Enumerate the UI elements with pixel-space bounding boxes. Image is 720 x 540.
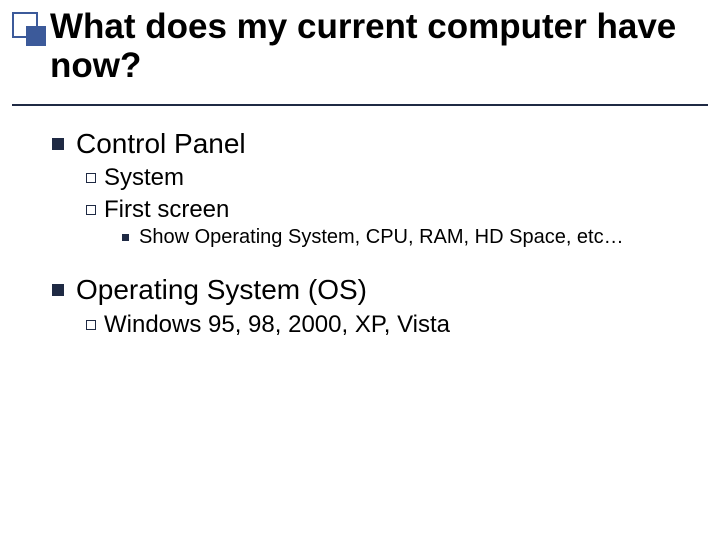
- bullet-text: Windows 95, 98, 2000, XP, Vista: [104, 309, 692, 340]
- bullet-text: Show Operating System, CPU, RAM, HD Spac…: [139, 225, 692, 251]
- slide-content: Control Panel System First screen Show O…: [52, 126, 692, 340]
- bullet-level2: System: [86, 162, 692, 193]
- square-filled-icon: [52, 138, 64, 150]
- slide: What does my current computer have now? …: [0, 0, 720, 540]
- square-filled-icon: [52, 284, 64, 296]
- slide-title: What does my current computer have now?: [50, 8, 690, 85]
- spacer: [52, 250, 692, 272]
- bullet-text: System: [104, 162, 692, 193]
- bullet-text: First screen: [104, 194, 692, 225]
- bullet-level2: First screen: [86, 194, 692, 225]
- square-outline-icon: [86, 320, 96, 330]
- bullet-level3: Show Operating System, CPU, RAM, HD Spac…: [122, 225, 692, 251]
- bullet-text: Control Panel: [76, 126, 692, 162]
- bullet-level2: Windows 95, 98, 2000, XP, Vista: [86, 309, 692, 340]
- bullet-level1: Operating System (OS): [52, 272, 692, 308]
- horizontal-rule: [12, 104, 708, 106]
- square-solid-icon: [26, 26, 46, 46]
- square-outline-icon: [86, 205, 96, 215]
- square-small-icon: [122, 234, 129, 241]
- square-outline-icon: [86, 173, 96, 183]
- bullet-level1: Control Panel: [52, 126, 692, 162]
- bullet-text: Operating System (OS): [76, 272, 692, 308]
